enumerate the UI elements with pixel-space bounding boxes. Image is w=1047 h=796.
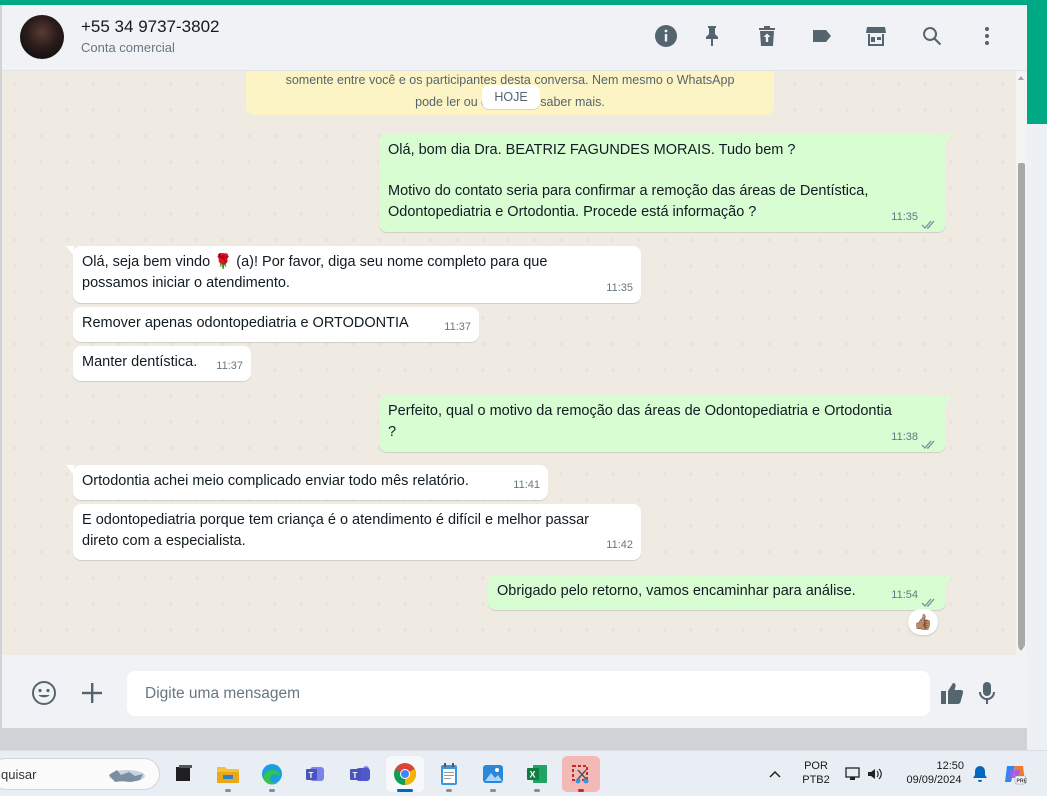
search-icon[interactable] [919,23,945,49]
message-text: E odontopediatria porque tem criança é o… [82,512,589,528]
message-text: Remover apenas odontopediatria e ORTODON… [82,315,409,331]
menu-icon[interactable] [974,23,1000,49]
read-ticks-icon [921,216,938,230]
svg-text:T: T [353,771,358,780]
read-ticks-icon [921,436,938,450]
input-language[interactable]: POR PTB2 [796,760,836,786]
search-highlight-icon [109,770,145,782]
running-indicator [225,789,231,792]
message-time: 11:35 [606,282,633,294]
copilot-icon[interactable]: PRE [998,756,1032,792]
file-explorer-icon[interactable] [209,756,247,792]
volume-icon[interactable] [864,756,886,792]
message-time: 11:37 [216,360,243,372]
date-divider: HOJE [482,85,540,109]
bubble-tail [945,575,953,585]
snipping-tool-icon[interactable] [562,756,600,792]
active-indicator [397,789,413,792]
message-text: Perfeito, qual o motivo da remoção das á… [388,403,892,419]
message-outgoing[interactable]: Olá, bom dia Dra. BEATRIZ FAGUNDES MORAI… [379,134,953,232]
message-text: direto com a especialista. [82,533,246,549]
chat-window: +55 34 9737-3802 Conta comercial somente… [2,5,1027,728]
task-view-icon[interactable] [165,756,203,792]
message-incoming[interactable]: Ortodontia achei meio complicado enviar … [66,465,548,500]
chrome-icon[interactable] [386,756,424,792]
message-outgoing[interactable]: Perfeito, qual o motivo da remoção das á… [379,395,953,452]
scroll-thumb[interactable] [1018,163,1025,647]
message-incoming[interactable]: Remover apenas odontopediatria e ORTODON… [73,307,479,342]
notification-bell-icon[interactable] [968,756,992,792]
message-list[interactable]: somente entre você e os participantes de… [2,71,1027,655]
composer-bar [2,655,1027,728]
tray-chevron-up-icon[interactable] [760,756,790,792]
messages-scrollbar[interactable] [1016,71,1027,655]
running-indicator [446,789,452,792]
system-clock[interactable]: 12:50 09/09/2024 [898,760,970,786]
excel-icon[interactable]: X [518,756,556,792]
message-time: 11:41 [513,479,540,491]
message-text: Odontopediatria e Ortodontia. Procede es… [388,204,757,220]
network-icon[interactable] [842,756,864,792]
message-incoming[interactable]: Manter dentística. 11:37 [73,346,251,381]
bubble-tail [66,246,74,256]
chat-header[interactable]: +55 34 9737-3802 Conta comercial [2,5,1027,71]
message-time: 11:54 [891,589,918,601]
teams-icon[interactable]: T [297,756,335,792]
running-indicator [578,789,584,792]
message-text: ? [388,424,397,440]
message-time: 11:42 [606,539,633,551]
catalog-icon[interactable] [863,23,889,49]
message-time: 11:35 [891,211,918,223]
delete-icon[interactable] [754,23,780,49]
emoji-icon[interactable] [29,678,59,708]
message-text: Olá, bom dia Dra. BEATRIZ FAGUNDES MORAI… [388,142,796,158]
message-time: 11:37 [444,321,471,333]
label-icon[interactable] [809,23,835,49]
notepad-icon[interactable] [430,756,468,792]
reaction-thumbs-up[interactable]: 👍🏽 [908,609,938,635]
svg-text:T: T [309,771,314,780]
message-text: Ortodontia achei meio complicado enviar … [82,473,469,489]
running-indicator [269,789,275,792]
taskbar-search[interactable]: quisar [0,758,160,790]
running-indicator [490,789,496,792]
bubble-tail [945,134,953,144]
bubble-tail [66,465,74,475]
scroll-down-arrow-icon[interactable] [1018,647,1024,651]
teams-classic-icon[interactable]: T [341,756,379,792]
side-background [1027,124,1047,750]
windows-taskbar: quisar T T X POR PTB2 12:50 09/09/2024 P… [0,750,1047,796]
app-root: +55 34 9737-3802 Conta comercial somente… [0,0,1047,796]
message-incoming[interactable]: Olá, seja bem vindo 🌹 (a)! Por favor, di… [66,246,641,303]
message-input[interactable] [127,671,930,716]
microphone-icon[interactable] [972,678,1002,708]
thumbs-up-icon[interactable] [937,678,967,708]
message-time: 11:38 [891,431,918,443]
message-text: Olá, seja bem vindo 🌹 (a)! Por favor, di… [82,254,548,270]
photos-icon[interactable] [474,756,512,792]
message-text: possamos iniciar o atendimento. [82,275,290,291]
read-ticks-icon [921,594,938,608]
rose-emoji-icon: 🌹 [214,254,233,270]
attach-plus-icon[interactable] [77,678,107,708]
contact-subtitle: Conta comercial [81,40,175,55]
contact-avatar[interactable] [20,15,64,59]
edge-browser-icon[interactable] [253,756,291,792]
message-incoming[interactable]: E odontopediatria porque tem criança é o… [73,504,641,560]
pin-icon[interactable] [699,23,725,49]
scroll-up-arrow-icon[interactable] [1018,76,1024,80]
taskbar-search-text: quisar [1,767,37,782]
svg-text:X: X [530,770,536,780]
message-text: Motivo do contato seria para confirmar a… [388,183,869,199]
bubble-tail [945,395,953,405]
contact-name[interactable]: +55 34 9737-3802 [81,17,220,37]
info-icon[interactable] [653,23,679,49]
running-indicator [534,789,540,792]
side-accent-bar [1027,0,1047,124]
message-text: Obrigado pelo retorno, vamos encaminhar … [497,583,856,599]
message-outgoing[interactable]: Obrigado pelo retorno, vamos encaminhar … [488,575,953,610]
svg-text:PRE: PRE [1017,779,1028,785]
